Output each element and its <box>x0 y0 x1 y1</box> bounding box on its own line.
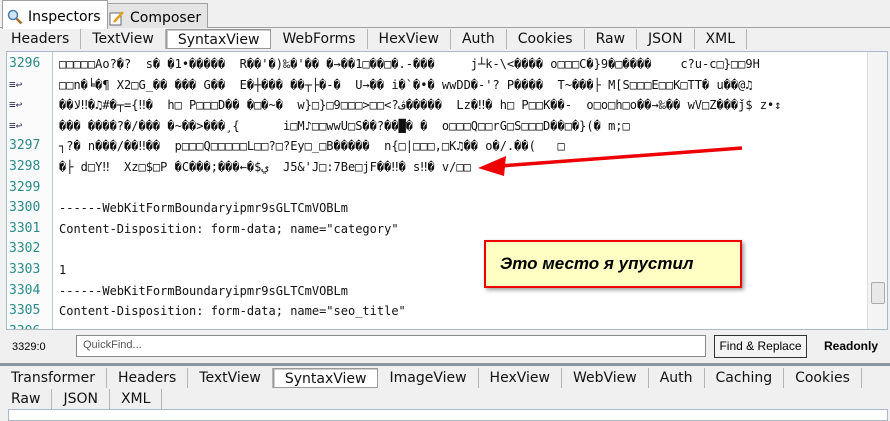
line-number: 3306 <box>9 322 53 329</box>
tab-json[interactable]: JSON <box>52 389 110 409</box>
code-line: 3298 �├ d□Y‼ Xz□$□P �C���;���←�$ي J5&'J□:… <box>7 157 867 177</box>
tab-caching[interactable]: Caching <box>705 368 785 388</box>
line-text: �├ d□Y‼ Xz□$□P �C���;���←�$ي J5&'J□:7Be□… <box>59 160 471 174</box>
code-line: 3306 <box>7 322 867 329</box>
line-number: 3296 <box>9 56 41 71</box>
vertical-scrollbar[interactable] <box>867 52 887 329</box>
scrollbar-thumb[interactable] <box>871 282 885 304</box>
line-text: Content-Disposition: form-data; name="se… <box>59 304 406 319</box>
line-text: 1 <box>59 263 67 277</box>
tab-composer[interactable]: Composer <box>104 3 209 28</box>
line-number: 3305 <box>9 303 41 319</box>
tab-raw[interactable]: Raw <box>585 29 638 49</box>
tab-cookies[interactable]: Cookies <box>784 368 862 388</box>
syntax-editor[interactable]: 3296 □□□□□Ao?�? s� �1•����� R��'�)‰�'�� �… <box>6 51 888 330</box>
tab-auth[interactable]: Auth <box>451 29 507 49</box>
line-text: ��ﻻ‼�♫#�┬={‼� h□ P□□□D�� �□�~� w}□}□9□□□… <box>59 98 782 113</box>
code-line: ≡↩ ��ﻻ‼�♫#�┬={‼� h□ P□□□D�� �□�~� w}□}□9□… <box>7 95 867 115</box>
pane-splitter[interactable] <box>0 363 890 366</box>
word-wrap-icon: ≡↩ <box>9 77 23 91</box>
tab-syntaxview[interactable]: SyntaxView <box>165 29 272 49</box>
tab-hexview[interactable]: HexView <box>479 368 562 388</box>
line-text: □□□□□Ao?�? s� �1•����� R��'�)‰�'�� �→��1… <box>59 57 760 71</box>
word-wrap-icon: ≡↩ <box>9 118 23 132</box>
code-line: 3297 ┐?� n���/��‼�� p□□□Q□□□□□L□□?□?Ey□_□… <box>7 136 867 156</box>
tab-transformer[interactable]: Transformer <box>0 368 108 388</box>
code-line: 3301 Content-Disposition: form-data; name… <box>7 219 867 239</box>
tab-webview[interactable]: WebView <box>562 368 649 388</box>
find-replace-button[interactable]: Find & Replace <box>714 335 807 358</box>
line-text: ------WebKitFormBoundaryipmr9sGLTCmVOBLm <box>59 283 348 298</box>
readonly-label: Readonly <box>824 339 879 353</box>
tab-inspectors[interactable]: Inspectors <box>2 0 108 29</box>
code-line: ≡↩ ��� ����?�/��� �~��>���¸{ i□M♪□□wwU□S�… <box>7 116 867 136</box>
tab-textview[interactable]: TextView <box>81 29 166 49</box>
cursor-position: 3329:0 <box>12 341 46 353</box>
line-number: 3297 <box>9 138 41 154</box>
tab-xml[interactable]: XML <box>110 389 163 409</box>
response-tabs-row1: Transformer Headers TextView SyntaxView Imag… <box>0 368 862 390</box>
tab-raw[interactable]: Raw <box>0 389 53 409</box>
line-number: 3304 <box>9 282 41 298</box>
line-number: 3302 <box>9 241 41 257</box>
code-line: 3299 <box>7 178 867 198</box>
response-tabs-row2: Raw JSON XML <box>0 389 163 411</box>
line-number: 3301 <box>9 220 41 236</box>
pencil-compose-icon <box>109 11 124 26</box>
tab-imageview[interactable]: ImageView <box>378 368 479 388</box>
top-tab-bar: Inspectors Composer <box>0 0 890 29</box>
tab-auth[interactable]: Auth <box>649 368 705 388</box>
annotation-callout: Это место я упустил <box>484 240 742 288</box>
line-number: 3298 <box>9 159 41 174</box>
line-number: 3300 <box>9 200 41 216</box>
magnifier-icon <box>7 9 23 25</box>
line-text: ┐?� n���/��‼�� p□□□Q□□□□□L□□?□?Ey□_□B���… <box>59 139 565 154</box>
tab-textview[interactable]: TextView <box>188 368 273 388</box>
code-line: ≡↩ □□n�╘�¶ X2□G_�� ��� G�� E�┼��� ��┬├�-�… <box>7 75 867 95</box>
line-number: 3299 <box>9 179 41 195</box>
find-bar: 3329:0 QuickFind... Find & Replace Reado… <box>0 335 890 359</box>
code-line: 3300 ------WebKitFormBoundaryipmr9sGLTCmV… <box>7 198 867 218</box>
tab-label: Inspectors <box>28 9 101 25</box>
word-wrap-icon: ≡↩ <box>9 98 23 112</box>
quickfind-input[interactable]: QuickFind... <box>76 335 706 357</box>
line-text: □□n�╘�¶ X2□G_�� ��� G�� E�┼��� ��┬├�-� U… <box>59 77 753 92</box>
tab-xml[interactable]: XML <box>695 29 748 49</box>
line-text: ------WebKitFormBoundaryipmr9sGLTCmVOBLm <box>59 201 348 216</box>
request-tabs: Headers TextView SyntaxView WebForms HexView… <box>0 29 748 51</box>
line-number: 3303 <box>9 262 41 277</box>
tab-hexview[interactable]: HexView <box>368 29 451 49</box>
line-text: Content-Disposition: form-data; name="ca… <box>59 221 399 236</box>
tab-webforms[interactable]: WebForms <box>271 29 368 49</box>
code-line: 3305 Content-Disposition: form-data; name… <box>7 301 867 321</box>
tab-cookies[interactable]: Cookies <box>507 29 585 49</box>
tab-headers[interactable]: Headers <box>0 29 82 49</box>
response-editor[interactable] <box>8 409 888 421</box>
tab-syntaxview[interactable]: SyntaxView <box>272 368 379 388</box>
code-line: 3296 □□□□□Ao?�? s� �1•����� R��'�)‰�'�� �… <box>7 54 867 74</box>
tab-label: Composer <box>130 10 202 26</box>
line-text: ��� ����?�/��� �~��>���¸{ i□M♪□□wwU□S��?… <box>59 118 630 133</box>
tab-json[interactable]: JSON <box>637 29 695 49</box>
tab-headers[interactable]: Headers <box>107 368 189 388</box>
